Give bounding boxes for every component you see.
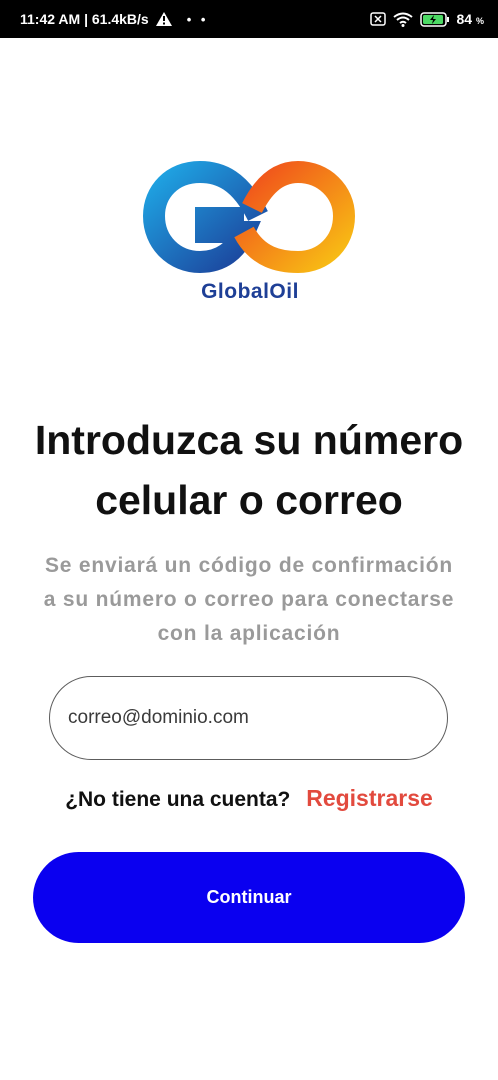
continue-button[interactable]: Continuar bbox=[33, 852, 465, 943]
battery-unit: % bbox=[475, 16, 484, 26]
status-left: 11:42 AM | 61.4kB/s • • bbox=[20, 11, 208, 27]
subtitle-line-1: Se enviará un código de confirmación bbox=[44, 554, 454, 577]
battery-icon bbox=[419, 11, 450, 27]
status-right: 84 % bbox=[369, 11, 484, 27]
notification-dots: • • bbox=[186, 11, 209, 27]
status-time-speed: 11:42 AM | 61.4kB/s bbox=[20, 11, 149, 27]
title-line-1: Introduzca su número bbox=[34, 417, 464, 463]
email-input[interactable] bbox=[68, 707, 447, 729]
no-account-text: ¿No tiene una cuenta? bbox=[65, 788, 291, 811]
brand-name: GlobalOil bbox=[201, 280, 299, 303]
title-line-2: celular o correo bbox=[95, 477, 403, 523]
warning-icon bbox=[155, 12, 172, 26]
page-subtitle: Se enviará un código de confirmación a s… bbox=[0, 549, 498, 651]
page-title: Introduzca su número celular o correo bbox=[0, 410, 498, 530]
status-bar: 11:42 AM | 61.4kB/s • • 84 % bbox=[0, 0, 498, 38]
email-field[interactable] bbox=[49, 676, 448, 760]
infinity-logo-icon bbox=[142, 160, 356, 274]
register-link[interactable]: Registrarse bbox=[306, 785, 433, 811]
subtitle-line-2: a su número o correo para conectarse bbox=[43, 588, 455, 611]
subtitle-line-3: con la aplicación bbox=[157, 622, 341, 645]
wifi-icon bbox=[392, 12, 413, 27]
sim-off-icon bbox=[369, 12, 386, 26]
globaloil-logo: GlobalOil bbox=[140, 150, 360, 310]
battery-value: 84 bbox=[456, 11, 473, 27]
battery-percentage: 84 % bbox=[457, 11, 484, 27]
register-row: ¿No tiene una cuenta? Registrarse bbox=[0, 785, 498, 812]
